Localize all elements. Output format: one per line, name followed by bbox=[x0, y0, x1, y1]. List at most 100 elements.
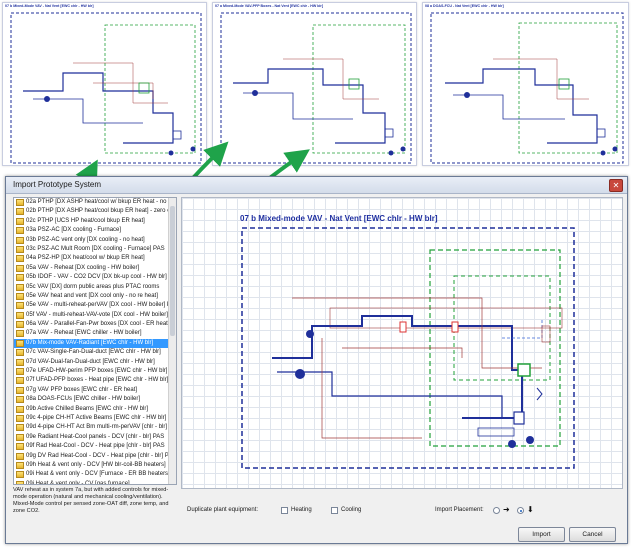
list-item-label: 05e VAV - multi-reheat-perVAV [DX cool -… bbox=[26, 302, 177, 309]
list-item-label: 06a VAV - Parallel-Fan-Pwr boxes [DX coo… bbox=[26, 321, 170, 328]
list-item-label: 07d VAV-Dual-fan-Dual-duct [EWC chlr - H… bbox=[26, 358, 155, 365]
list-item[interactable]: 09d 4-pipe CH-HT Act Bm multi-rm-perVAV … bbox=[14, 423, 176, 432]
thumbnail-7a[interactable]: 07 a Mixed-Mode VAV-PFP Boxes - Nat Vent… bbox=[212, 2, 417, 166]
list-item[interactable]: 07b Mix-mode VAV-Radiant [EWC chlr - HW … bbox=[14, 338, 176, 349]
list-item[interactable]: 03b PSZ-AC vent only [DX cooling - no he… bbox=[14, 236, 176, 245]
folder-icon bbox=[16, 311, 24, 319]
cancel-button[interactable]: Cancel bbox=[569, 527, 616, 542]
thumbnail-8a[interactable]: 08 a DOAS-FCU - Nat Vent [EWC chlr - HW … bbox=[422, 2, 629, 166]
folder-icon bbox=[16, 330, 24, 338]
folder-icon bbox=[16, 339, 24, 347]
list-item-label: 02c PTHP [UCS HP heat/cool bkup ER heat] bbox=[26, 217, 145, 224]
list-item[interactable]: 07a VAV - Reheat [EWC chiller - HW boile… bbox=[14, 329, 176, 338]
list-item-label: 09j Heat & vent only - CV [gas furnace] bbox=[26, 480, 130, 485]
folder-icon bbox=[16, 227, 24, 235]
list-item-label: 05f VAV - multi-reheat-VAV-vote [DX cool… bbox=[26, 311, 177, 318]
heating-label: Heating bbox=[291, 507, 312, 513]
scrollbar-thumb[interactable] bbox=[170, 206, 175, 336]
folder-icon bbox=[16, 396, 24, 404]
placement-label: Import Placement: bbox=[435, 507, 484, 513]
list-item[interactable]: 07c VAV-Single-Fan-Dual-duct [EWC chlr -… bbox=[14, 348, 176, 357]
folder-icon bbox=[16, 414, 24, 422]
list-item[interactable]: 02c PTHP [UCS HP heat/cool bkup ER heat] bbox=[14, 217, 176, 226]
heating-checkbox[interactable] bbox=[281, 507, 288, 514]
list-item-label: 07f UFAD-PFP boxes - Heat pipe [EWC chlr… bbox=[26, 377, 169, 384]
list-item-label: 05b IDOF - VAV - CO2 DCV [DX bk-up cool … bbox=[26, 274, 167, 281]
system-description: VAV reheat as in system 7a, but with add… bbox=[13, 487, 169, 514]
folder-icon bbox=[16, 424, 24, 432]
list-item-label: 02b PTHP [DX ASHP heat/cool bkup ER heat… bbox=[26, 208, 177, 215]
folder-icon bbox=[16, 471, 24, 479]
folder-icon bbox=[16, 245, 24, 253]
folder-icon bbox=[16, 274, 24, 282]
list-item-label: 04a PSZ-HP [DX heat/cool w/ bkup ER heat… bbox=[26, 255, 145, 262]
folder-icon bbox=[16, 208, 24, 216]
list-item[interactable]: 06a VAV - Parallel-Fan-Pwr boxes [DX coo… bbox=[14, 320, 176, 329]
folder-icon bbox=[16, 368, 24, 376]
list-item[interactable]: 09e Radiant Heat-Cool panels - DCV [chlr… bbox=[14, 433, 176, 442]
arrow-right-icon: ➜ bbox=[503, 505, 510, 514]
folder-icon bbox=[16, 349, 24, 357]
system-list[interactable]: 02a PTHP [DX ASHP heat/cool w/ bkup ER h… bbox=[13, 197, 177, 485]
cooling-checkbox[interactable] bbox=[331, 507, 338, 514]
close-icon: ✕ bbox=[612, 181, 620, 190]
list-item[interactable]: 03a PSZ-AC [DX cooling - Furnace] bbox=[14, 226, 176, 235]
options-bar: Duplicate plant equipment: Heating Cooli… bbox=[181, 503, 621, 542]
list-item[interactable]: 05e VAV - multi-reheat-perVAV [DX cool -… bbox=[14, 301, 176, 310]
list-item-label: 03c PSZ-AC Mult Room [DX cooling - Furna… bbox=[26, 245, 165, 252]
list-item[interactable]: 09f Rad Heat-Cool - DCV - Heat pipe [chl… bbox=[14, 442, 176, 451]
close-button[interactable]: ✕ bbox=[609, 179, 623, 192]
list-item-label: 03a PSZ-AC [DX cooling - Furnace] bbox=[26, 227, 122, 234]
import-button[interactable]: Import bbox=[518, 527, 565, 542]
list-item-label: 05a VAV - Reheat [DX cooling - HW boiler… bbox=[26, 264, 140, 271]
list-item-label: 09g DV Rad Heat-Cool - DCV - Heat pipe [… bbox=[26, 452, 177, 459]
list-item[interactable]: 05c VAV [DX] dorm public areas plus PTAC… bbox=[14, 283, 176, 292]
list-item-label: 08a DOAS-FCUs [EWC chiller - HW boiler] bbox=[26, 396, 141, 403]
list-item[interactable]: 03c PSZ-AC Mult Room [DX cooling - Furna… bbox=[14, 245, 176, 254]
folder-icon bbox=[16, 358, 24, 366]
placement-right-radio[interactable] bbox=[493, 507, 500, 514]
thumbnail-diagram bbox=[430, 12, 624, 164]
list-item-label: 07e UFAD-HW-perim PFP boxes [EWC chlr - … bbox=[26, 368, 168, 375]
list-item[interactable]: 09g DV Rad Heat-Cool - DCV - Heat pipe [… bbox=[14, 452, 176, 461]
list-item[interactable]: 05b IDOF - VAV - CO2 DCV [DX bk-up cool … bbox=[14, 273, 176, 282]
thumbnail-7b[interactable]: 07 b Mixed-Mode VAV - Nat Vent [EWC chlr… bbox=[2, 2, 207, 166]
list-item[interactable]: 09h Heat & vent only - DCV [HW blr-coil-… bbox=[14, 461, 176, 470]
system-preview: 07 b Mixed-mode VAV - Nat Vent [EWC chlr… bbox=[181, 197, 623, 489]
list-item[interactable]: 04a PSZ-HP [DX heat/cool w/ bkup ER heat… bbox=[14, 254, 176, 263]
list-item[interactable]: 02a PTHP [DX ASHP heat/cool w/ bkup ER h… bbox=[14, 198, 176, 207]
folder-icon bbox=[16, 377, 24, 385]
dialog-titlebar[interactable]: Import Prototype System ✕ bbox=[6, 177, 627, 194]
list-item[interactable]: 07f UFAD-PFP boxes - Heat pipe [EWC chlr… bbox=[14, 376, 176, 385]
folder-icon bbox=[16, 433, 24, 441]
placement-down-radio[interactable] bbox=[517, 507, 524, 514]
list-item-label: 09i Heat & vent only - DCV [Furnace - ER… bbox=[26, 471, 170, 478]
list-item[interactable]: 09c 4-pipe CH-HT Active Beams [EWC chlr … bbox=[14, 414, 176, 423]
list-item[interactable]: 05a VAV - Reheat [DX cooling - HW boiler… bbox=[14, 264, 176, 273]
folder-icon bbox=[16, 255, 24, 263]
thumbnail-diagram bbox=[10, 12, 202, 164]
list-item-label: 09f Rad Heat-Cool - DCV - Heat pipe [chl… bbox=[26, 443, 165, 450]
folder-icon bbox=[16, 264, 24, 272]
list-item-label: 07a VAV - Reheat [EWC chiller - HW boile… bbox=[26, 330, 142, 337]
list-item[interactable]: 05e VAV heat and vent [DX cool only - no… bbox=[14, 292, 176, 301]
list-scrollbar[interactable] bbox=[168, 198, 176, 484]
list-item-label: 09d 4-pipe CH-HT Act Bm multi-rm-perVAV … bbox=[26, 424, 177, 431]
preview-diagram bbox=[241, 227, 575, 469]
list-item-label: 09b Active Chilled Beams [EWC chlr - HW … bbox=[26, 405, 149, 412]
list-item[interactable]: 07d VAV-Dual-fan-Dual-duct [EWC chlr - H… bbox=[14, 358, 176, 367]
list-item-label: 07c VAV-Single-Fan-Dual-duct [EWC chlr -… bbox=[26, 349, 161, 356]
list-item[interactable]: 09j Heat & vent only - CV [gas furnace] bbox=[14, 480, 176, 485]
list-item[interactable]: 09b Active Chilled Beams [EWC chlr - HW … bbox=[14, 405, 176, 414]
list-item-label: 09h Heat & vent only - DCV [HW blr-coil-… bbox=[26, 461, 166, 468]
folder-icon bbox=[16, 302, 24, 310]
list-item[interactable]: 02b PTHP [DX ASHP heat/cool bkup ER heat… bbox=[14, 207, 176, 216]
import-prototype-dialog: Import Prototype System ✕ 02a PTHP [DX A… bbox=[5, 176, 628, 544]
dialog-title: Import Prototype System bbox=[13, 180, 102, 189]
list-item[interactable]: 07g VAV PFP boxes [EWC chlr - ER heat] bbox=[14, 386, 176, 395]
list-item[interactable]: 09i Heat & vent only - DCV [Furnace - ER… bbox=[14, 470, 176, 479]
list-item[interactable]: 08a DOAS-FCUs [EWC chiller - HW boiler] bbox=[14, 395, 176, 404]
list-item[interactable]: 07e UFAD-HW-perim PFP boxes [EWC chlr - … bbox=[14, 367, 176, 376]
list-item[interactable]: 05f VAV - multi-reheat-VAV-vote [DX cool… bbox=[14, 311, 176, 320]
list-item-label: 05c VAV [DX] dorm public areas plus PTAC… bbox=[26, 283, 160, 290]
